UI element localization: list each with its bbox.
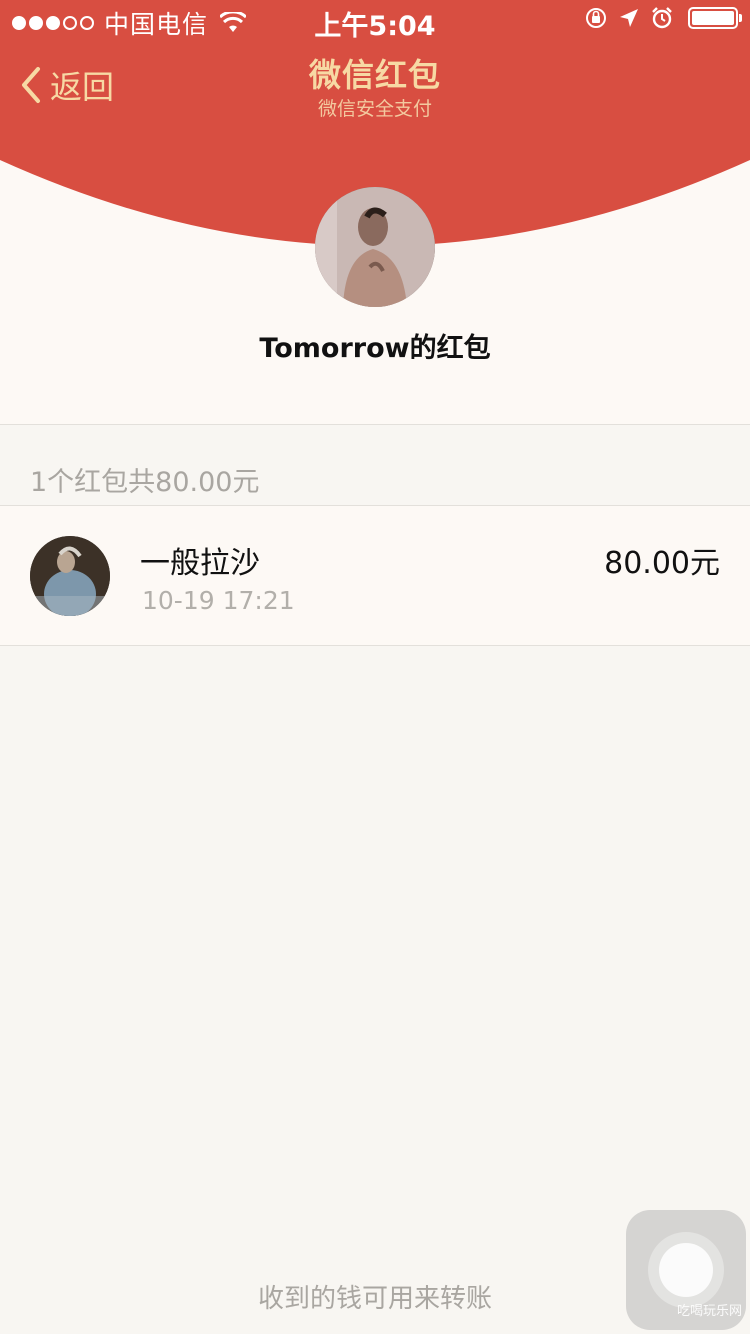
rotation-lock-icon <box>586 8 606 28</box>
received-amount: 80.00元 <box>604 546 720 581</box>
watermark-logo: 吃喝玩乐网 <box>676 1304 742 1319</box>
alarm-clock-icon <box>652 7 672 29</box>
page-title: 微信红包 <box>308 56 441 94</box>
receiver-name: 一般拉沙 <box>140 546 260 581</box>
page-subtitle: 微信安全支付 <box>317 98 432 120</box>
receiver-avatar <box>30 536 110 616</box>
location-arrow-icon <box>620 9 638 27</box>
sender-avatar[interactable] <box>315 187 435 307</box>
battery-icon <box>688 7 742 29</box>
status-bar: 中国电信 上午5:04 <box>0 0 750 42</box>
receive-time: 10-19 17:21 <box>142 586 295 615</box>
list-item[interactable]: 一般拉沙 10-19 17:21 80.00元 <box>0 505 750 646</box>
section-divider <box>0 424 750 425</box>
sender-red-packet-title: Tomorrow的红包 <box>259 333 491 364</box>
red-packet-summary: 1个红包共80.00元 <box>30 467 260 498</box>
